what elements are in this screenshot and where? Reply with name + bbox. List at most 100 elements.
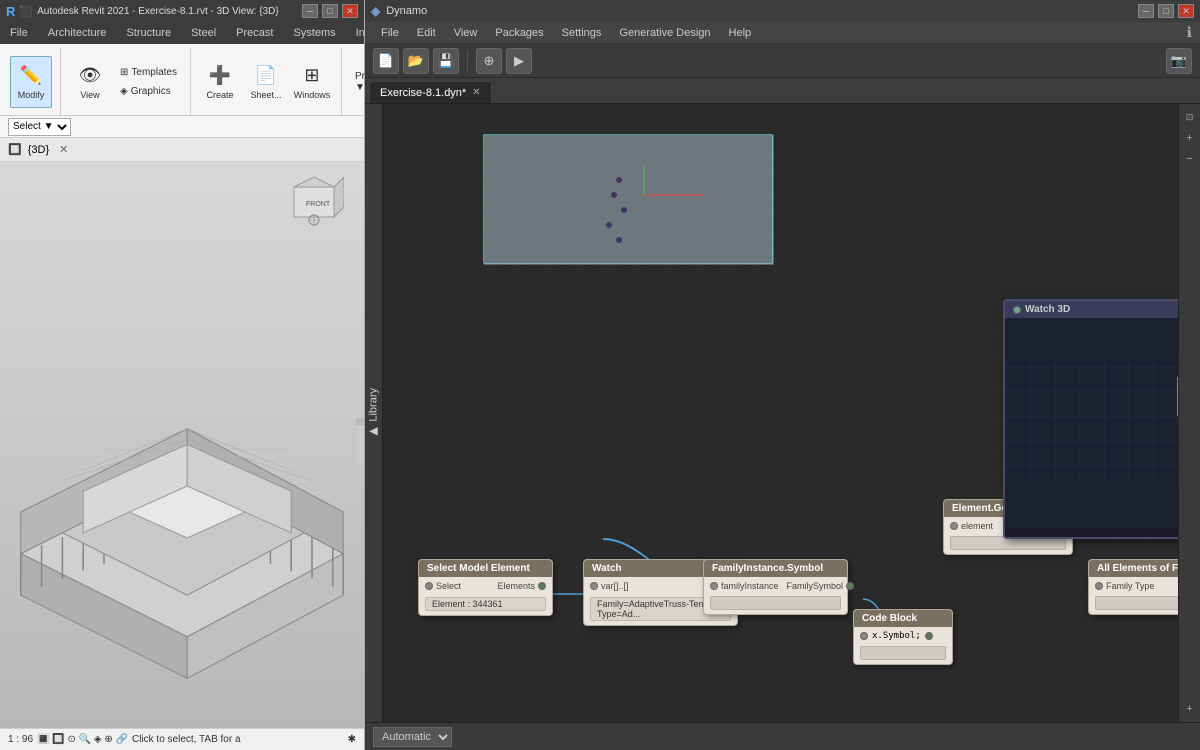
menu-file[interactable]: File — [373, 25, 407, 41]
port-elements-dot — [538, 582, 546, 590]
dynamo-right-toolbar: ⊡ + − + — [1178, 104, 1200, 722]
dynamo-menubar: File Edit View Packages Settings Generat… — [365, 22, 1200, 44]
3d-view-icon: 🔲 — [8, 143, 22, 156]
revit-tab-bar: File Architecture Structure Steel Precas… — [0, 22, 364, 44]
3d-scroll-handle[interactable] — [356, 425, 364, 465]
port-select: Select — [425, 581, 461, 591]
modify-button[interactable]: ✏️ Modify — [10, 56, 52, 108]
run-mode-select[interactable]: Automatic Manual Periodic — [373, 727, 452, 747]
menu-settings[interactable]: Settings — [554, 25, 610, 41]
zoom-fit-btn[interactable]: ⊕ — [476, 48, 502, 74]
add-note-btn[interactable]: + — [1181, 700, 1199, 718]
dynamo-minimize-btn[interactable]: ─ — [1138, 4, 1154, 18]
port-select-dot — [425, 582, 433, 590]
revit-tab-precast[interactable]: Precast — [226, 22, 283, 44]
node-select-element-value: Element : 344361 — [425, 597, 546, 611]
create-button[interactable]: ➕ Create — [199, 56, 241, 108]
node-code-block-title: Code Block — [854, 610, 952, 627]
revit-restore-btn[interactable]: □ — [322, 4, 338, 18]
revit-autodesk-icon: ⬛ — [19, 5, 33, 18]
port-element-in: element — [950, 521, 993, 531]
revit-tab-file[interactable]: File — [0, 22, 38, 44]
sheet-button[interactable]: 📄 Sheet... — [245, 56, 287, 108]
port-family-type-in: Family Type — [1095, 581, 1154, 591]
select-dropdown[interactable]: Select ▼ — [8, 118, 71, 136]
port-fs-out-dot — [846, 582, 854, 590]
revit-3d-viewport: FRONT — [0, 162, 364, 728]
toolbar-separator — [467, 51, 468, 71]
port-watch1-in: var[]..[] — [590, 581, 629, 591]
revit-titlebar: R ⬛ Autodesk Revit 2021 - Exercise-8.1.r… — [0, 0, 364, 22]
code-block-text: x.Symbol; — [872, 631, 921, 641]
save-file-btn[interactable]: 💾 — [433, 48, 459, 74]
dynamo-info-icon[interactable]: ℹ — [1187, 24, 1192, 41]
port-fi-in-dot — [710, 582, 718, 590]
3d-view-title: {3D} — [28, 144, 49, 156]
dynamo-tab-filename: Exercise-8.1.dyn* — [380, 87, 466, 99]
run-btn[interactable]: ▶ — [506, 48, 532, 74]
ae-value-bar — [1095, 596, 1178, 610]
screenshot-btn[interactable]: 📷 — [1166, 48, 1192, 74]
dynamo-canvas[interactable]: Select Model Element Select Elements — [383, 104, 1178, 722]
dynamo-titlebar: ◈ Dynamo ─ □ ✕ — [365, 0, 1200, 22]
revit-status-message: Click to select, TAB for a — [132, 734, 344, 745]
new-file-btn[interactable]: 📄 — [373, 48, 399, 74]
dynamo-close-btn[interactable]: ✕ — [1178, 4, 1194, 18]
graphics-button[interactable]: ◈ Graphics — [115, 83, 182, 100]
node-select-model-element[interactable]: Select Model Element Select Elements — [418, 559, 553, 616]
node-watch-3d[interactable]: Watch 3D ▶ — [1003, 299, 1178, 539]
windows-icon: ⊞ — [300, 64, 324, 88]
library-label: ▶ Library — [367, 388, 380, 439]
dynamo-canvas-area: ▶ Library — [365, 104, 1200, 722]
dynamo-tab-close-btn[interactable]: ✕ — [472, 87, 480, 98]
node-all-elements[interactable]: All Elements of Family Type Family Type … — [1088, 559, 1178, 615]
zoom-in-region-btn[interactable]: ⊡ — [1181, 108, 1199, 126]
port-ft-in-dot — [1095, 582, 1103, 590]
3d-view-close[interactable]: ✕ — [59, 143, 68, 156]
revit-close-btn[interactable]: ✕ — [342, 4, 358, 18]
menu-generative-design[interactable]: Generative Design — [611, 25, 718, 41]
revit-tab-steel[interactable]: Steel — [181, 22, 226, 44]
fi-value-bar — [710, 596, 841, 610]
revit-tab-structure[interactable]: Structure — [116, 22, 181, 44]
node-code-block[interactable]: Code Block x.Symbol; — [853, 609, 953, 665]
open-file-btn[interactable]: 📂 — [403, 48, 429, 74]
menu-view[interactable]: View — [446, 25, 486, 41]
code-value-bar — [860, 646, 946, 660]
revit-status-icons: 🔳 🔲 ⊙ 🔍 ◈ ⊕ 🔗 — [37, 734, 128, 745]
dynamo-tab-exercise[interactable]: Exercise-8.1.dyn* ✕ — [369, 81, 492, 103]
port-family-symbol-out: FamilySymbol — [787, 581, 855, 591]
port-code-out-dot — [925, 632, 933, 640]
dynamo-bottombar: Automatic Manual Periodic — [365, 722, 1200, 750]
templates-button[interactable]: ⊞ Templates — [115, 64, 182, 81]
dynamo-library-tab[interactable]: ▶ Library — [365, 104, 383, 722]
dynamo-toolbar: 📄 📂 💾 ⊕ ▶ 📷 — [365, 44, 1200, 78]
zoom-out-btn[interactable]: − — [1181, 150, 1199, 168]
revit-select-bar: Select ▼ — [0, 116, 364, 138]
revit-tab-systems[interactable]: Systems — [283, 22, 345, 44]
revit-cursor-icon: ✱ — [348, 734, 356, 745]
port-elements-out: Elements — [497, 581, 546, 591]
ribbon-group-modify: ✏️ Modify — [2, 48, 61, 115]
revit-title-text: Autodesk Revit 2021 - Exercise-8.1.rvt -… — [37, 6, 279, 17]
revit-scale: 1 : 96 — [8, 734, 33, 745]
node-watch3d-title: Watch 3D ▶ — [1005, 301, 1178, 318]
view-button[interactable]: 👁 View — [69, 56, 111, 108]
windows-button[interactable]: ⊞ Windows — [291, 56, 333, 108]
menu-edit[interactable]: Edit — [409, 25, 444, 41]
templates-icon: ⊞ — [120, 67, 128, 78]
revit-tab-architecture[interactable]: Architecture — [38, 22, 117, 44]
port-element-in-dot — [950, 522, 958, 530]
ribbon-group-create: ➕ Create 📄 Sheet... ⊞ Windows — [191, 48, 342, 115]
dynamo-title-text: Dynamo — [386, 5, 427, 17]
zoom-in-btn[interactable]: + — [1181, 129, 1199, 147]
create-icon: ➕ — [208, 64, 232, 88]
menu-packages[interactable]: Packages — [487, 25, 551, 41]
node-family-instance-symbol[interactable]: FamilyInstance.Symbol familyInstance Fam… — [703, 559, 848, 615]
view-icon: 👁 — [78, 64, 102, 88]
revit-minimize-btn[interactable]: ─ — [302, 4, 318, 18]
menu-help[interactable]: Help — [721, 25, 760, 41]
dynamo-maximize-btn[interactable]: □ — [1158, 4, 1174, 18]
sheet-icon: 📄 — [254, 64, 278, 88]
port-watch3d-in-dot — [1013, 306, 1021, 314]
